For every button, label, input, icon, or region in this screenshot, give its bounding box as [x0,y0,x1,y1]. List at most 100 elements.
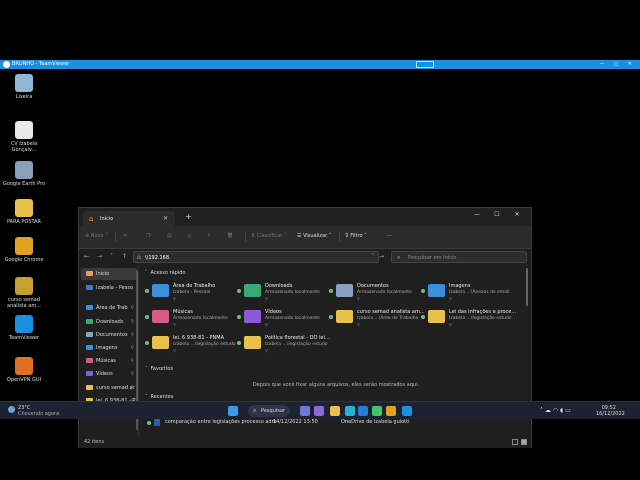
desktop-icon-label: TeamViewer [8,335,40,341]
recent-locations-icon[interactable]: ˅ [110,253,113,260]
pin-icon: ⚲ [357,296,360,301]
search-placeholder[interactable]: Pesquisar em Início [408,255,456,261]
sidebar-item[interactable]: Início [81,268,137,280]
status-bar: 42 itens [79,437,531,448]
quick-access-tile[interactable]: Lei das infrações e proce... Izabela ...\… [421,308,516,328]
spotify-icon[interactable] [372,406,382,416]
sidebar-item[interactable]: curso semad ar ⚲ [81,382,137,394]
widgets-icon[interactable] [300,406,310,416]
desktop-icon-item[interactable]: OpenVPN GUI [2,357,46,383]
quick-access-tile[interactable]: Documentos Armazenado localmente ⚲ [329,282,417,302]
more-options-button[interactable]: ··· [387,233,392,239]
go-icon[interactable]: → [379,253,384,260]
sidebar-item[interactable]: Área de Trab ⚲ [81,302,137,314]
maximize-button[interactable]: ☐ [487,211,507,218]
desktop-icon-label: Google Earth Pro [2,181,46,187]
command-bar: ⊕ Novo ˅ ✂ ❐ ▤ Ⓐ ⇪ 🗑 ⇅ Classificar ˅ ☰ V… [79,226,531,249]
pin-icon: ⚲ [357,322,360,327]
chrome-icon[interactable] [386,406,396,416]
chat-icon[interactable] [314,406,324,416]
system-tray[interactable]: ˄ ☁ ◠ ◖ ▭ [540,407,571,414]
view-button[interactable]: ☰ Visualizar ˅ [297,233,331,239]
quick-access-tile[interactable]: Músicas Armazenado localmente ⚲ [145,308,233,328]
music-icon [86,358,93,363]
back-icon[interactable]: ← [84,253,89,260]
tiles-view-icon[interactable] [521,439,527,445]
tile-location: Armazenado localmente [265,316,320,321]
pin-icon: ⚲ [265,296,268,301]
teamviewer-icon[interactable] [402,406,412,416]
section-recent[interactable]: ˅ Recentes [145,394,173,400]
windows-start-icon[interactable] [228,406,238,416]
rename-icon[interactable]: Ⓐ [187,233,192,240]
desktop-icon-item[interactable]: CV Izabela Gonçalv... [2,121,46,153]
pin-icon: ⚲ [130,345,134,351]
quick-access-tile[interactable]: Downloads Armazenado localmente ⚲ [237,282,325,302]
close-button[interactable]: ✕ [507,211,527,218]
quick-access-tile[interactable]: Vídeos Armazenado localmente ⚲ [237,308,325,328]
teamviewer-title: BRUNHO - TeamViewer [12,61,70,67]
desktop-icon-item[interactable]: TeamViewer [2,315,46,341]
quick-access-tile[interactable]: Área de Trabalho Izabela - Pessoal ⚲ [145,282,233,302]
taskbar-search[interactable]: ⌕ Pesquisar [248,405,290,417]
pin-icon: ⚲ [130,385,134,391]
teamviewer-toolbar-handle[interactable] [416,61,434,68]
file-explorer-icon[interactable] [330,406,340,416]
desktop-icon-item[interactable]: PARA POSTAR [2,199,46,225]
weather-widget[interactable]: 23°C Chovendo agora [8,405,60,417]
teamviewer-window-controls[interactable]: — ◻ ✕ [599,60,636,69]
outlook-icon[interactable] [358,406,368,416]
home-icon: ⌂ [89,215,94,223]
desktop-icon-item[interactable]: Google Chrome [2,237,46,263]
sidebar-item[interactable]: Imagens ⚲ [81,342,137,354]
classify-button[interactable]: ⇅ Classificar ˅ [251,233,286,239]
share-icon[interactable]: ⇪ [207,233,211,239]
content-scrollbar[interactable] [526,268,528,306]
new-button[interactable]: ⊕ Novo ˅ [85,233,108,239]
chevron-down-icon[interactable]: ˅ [372,254,375,260]
sync-status-icon [145,315,149,319]
address-bar[interactable]: ⌂ \\192.168. ˅ [133,251,379,263]
desktop-icon-item[interactable]: Lixeira [2,74,46,100]
filter-button[interactable]: ⊽ Filtro ˅ [345,233,367,239]
volume-icon: ◖ [560,407,564,414]
tile-name: Vídeos [265,309,282,315]
quick-access-tile[interactable]: Imagens Izabela ...\Anexos de email ⚲ [421,282,509,302]
sidebar-item-label: Izabela - Pesso [96,285,134,291]
address-text[interactable]: \\192.168. [145,255,171,261]
desktop-icon-item[interactable]: Google Earth Pro [2,161,46,187]
quick-access-tile[interactable]: curso semad analista am... Izabela ...\Ár… [329,308,425,328]
pin-icon: ⚲ [449,322,452,327]
quick-access-tile[interactable]: Política florestal - DO lei... Izabela ..… [237,334,330,354]
edge-icon[interactable] [345,406,355,416]
section-quick-access[interactable]: ˅ Acesso rápido [145,270,185,276]
sidebar-item[interactable]: Vídeos ⚲ [81,368,137,380]
sidebar-item[interactable]: Izabela - Pesso [81,282,137,294]
images-folder-icon [428,284,445,297]
desktop-icon-item[interactable]: curso semad analista am... [2,277,46,309]
forward-icon[interactable]: → [97,253,102,260]
up-icon[interactable]: ↑ [122,253,127,260]
quick-access-tile[interactable]: lei. 6.938-81 - PNMA Izabela ...\legislaç… [145,334,236,354]
paste-icon[interactable]: ▤ [167,233,172,239]
window-controls: — ☐ ✕ [467,211,527,218]
sidebar-item[interactable]: Downloads ⚲ [81,316,137,328]
sidebar-item[interactable]: Documentos ⚲ [81,329,137,341]
cut-icon[interactable]: ✂ [123,233,127,239]
details-view-icon[interactable] [512,439,518,445]
minimize-button[interactable]: — [467,211,487,218]
section-favorites[interactable]: ˅ Favoritos [145,366,173,372]
weather-status: Chovendo agora [18,411,60,417]
pin-icon: ⚲ [173,348,176,353]
close-tab-icon[interactable]: ✕ [163,215,168,222]
new-tab-button[interactable]: + [185,212,192,221]
copy-icon[interactable]: ❐ [146,233,150,239]
clock[interactable]: 09:52 16/12/2022 [596,405,625,417]
delete-icon[interactable]: 🗑 [227,233,233,239]
search-box[interactable]: ⌕ Pesquisar em Início [391,251,527,263]
tab-inicio[interactable]: ⌂ Início ✕ [83,211,175,226]
documents-folder-icon [336,284,353,297]
sidebar-item[interactable]: Músicas ⚲ [81,355,137,367]
chevron-down-icon: ˅ [145,270,148,276]
onedrive-icon: ☁ [544,407,551,414]
